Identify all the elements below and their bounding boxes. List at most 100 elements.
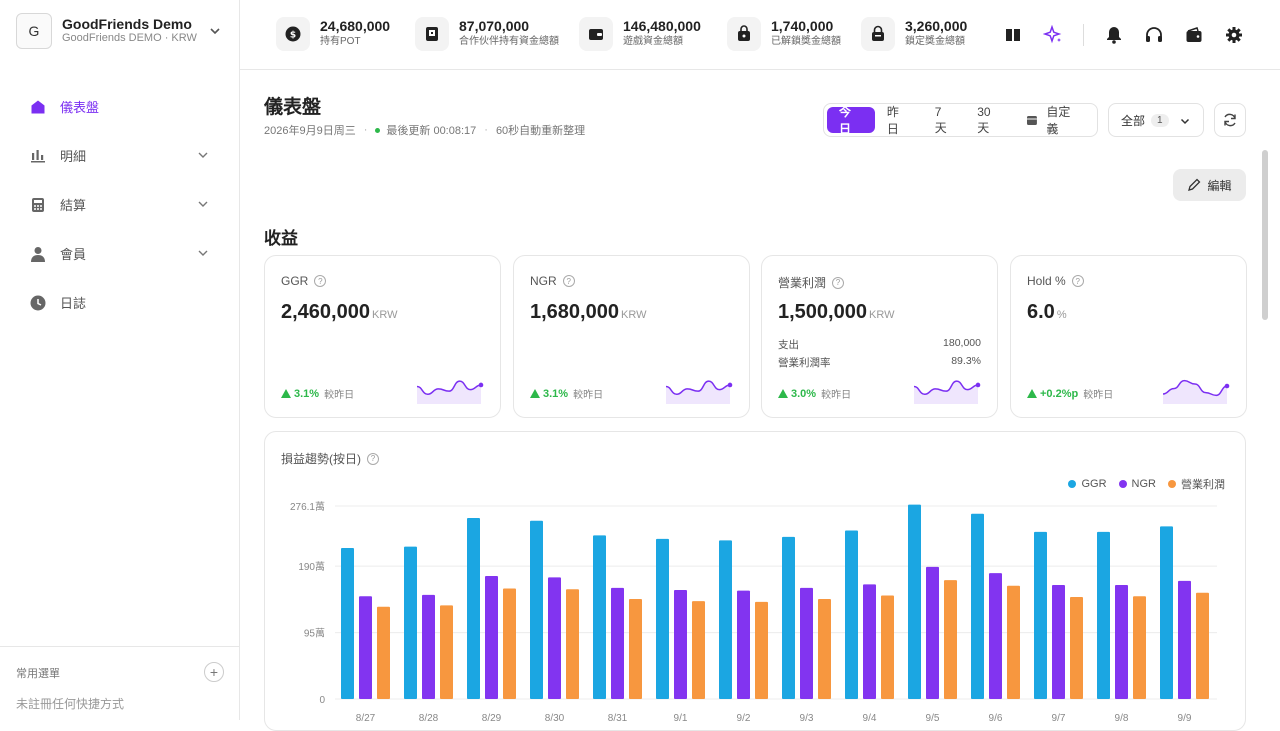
y-tick-label: 95萬 bbox=[304, 627, 325, 640]
bar-GGR bbox=[971, 513, 984, 699]
range-custom-button[interactable]: 自定義 bbox=[1014, 105, 1094, 136]
trend-up-icon bbox=[281, 389, 291, 398]
sidebar-item-label: 結算 bbox=[60, 198, 87, 213]
page-meta: 2026年9月9日周三 · 最後更新 00:08:17 · 60秒自動重新整理 bbox=[264, 124, 586, 137]
bar-營業利潤 bbox=[1007, 585, 1020, 699]
kpi-value: 1,500,000 bbox=[778, 301, 867, 323]
bar-chart-icon bbox=[30, 148, 46, 164]
game-wallet-icon bbox=[579, 17, 613, 51]
sidebar-item-dashboard[interactable]: 儀表盤 bbox=[0, 82, 240, 131]
kpi-compare: 較昨日 bbox=[1083, 390, 1114, 401]
trend-chart-card: 損益趨勢(按日)? GGR NGR 營業利潤 0 95萬 190萬 276.1萬 8/2… bbox=[264, 431, 1246, 731]
x-tick-label: 8/31 bbox=[608, 713, 628, 724]
gear-icon[interactable] bbox=[1224, 25, 1244, 45]
date-range-selector: 今日 昨日 7天 30天 自定義 bbox=[823, 103, 1098, 137]
kpi-sub-value: 89.3% bbox=[951, 355, 981, 367]
kpi-sub-label: 營業利潤率 bbox=[778, 357, 831, 369]
stat-partner-funds: 87,070,000 合作伙伴持有資金總額 bbox=[415, 17, 559, 51]
kpi-card-ggr[interactable]: GGR? 2,460,000 KRW 3.1% 較昨日 bbox=[264, 255, 501, 418]
bar-NGR bbox=[1178, 580, 1191, 699]
bar-營業利潤 bbox=[440, 605, 453, 699]
sparkline-endpoint bbox=[975, 382, 981, 388]
chevron-down-icon bbox=[198, 152, 208, 158]
help-icon[interactable]: ? bbox=[1071, 275, 1084, 287]
range-30d-button[interactable]: 30天 bbox=[965, 105, 1014, 135]
sparkline-endpoint bbox=[727, 382, 733, 388]
x-tick-label: 8/28 bbox=[419, 713, 439, 724]
bar-NGR bbox=[863, 584, 876, 699]
filter-count-badge: 1 bbox=[1151, 113, 1169, 127]
bar-NGR bbox=[989, 573, 1002, 699]
sidebar-item-label: 日誌 bbox=[60, 296, 87, 311]
stat-value: 3,260,000 bbox=[905, 18, 968, 34]
auto-refresh-text: 60秒自動重新整理 bbox=[495, 125, 586, 137]
bar-NGR bbox=[1115, 585, 1128, 699]
bar-營業利潤 bbox=[377, 606, 390, 699]
range-today-button[interactable]: 今日 bbox=[827, 105, 875, 136]
sidebar-item-settlement[interactable]: 結算 bbox=[0, 180, 240, 229]
kpi-delta: 3.0% bbox=[791, 387, 817, 400]
add-favorite-button[interactable]: + bbox=[204, 662, 224, 682]
scrollbar-thumb[interactable] bbox=[1262, 150, 1268, 320]
book-icon[interactable] bbox=[1003, 25, 1023, 45]
filter-dropdown[interactable]: 全部 1 bbox=[1108, 103, 1204, 137]
bell-icon[interactable] bbox=[1104, 25, 1124, 45]
kpi-card-hold[interactable]: Hold %? 6.0% +0.2%p 較昨日 bbox=[1010, 255, 1247, 418]
stat-label: 持有POT bbox=[320, 36, 361, 47]
sidebar-item-members[interactable]: 會員 bbox=[0, 229, 240, 278]
stat-value: 87,070,000 bbox=[459, 18, 530, 34]
stat-label: 鎖定獎金總額 bbox=[905, 36, 965, 47]
wallet-icon[interactable] bbox=[1184, 25, 1204, 45]
sidebar-item-label: 明細 bbox=[60, 149, 87, 164]
bar-GGR bbox=[530, 520, 543, 699]
y-tick-label: 0 bbox=[319, 695, 325, 706]
stat-pot: $ 24,680,000 持有POT bbox=[276, 17, 390, 51]
help-icon[interactable]: ? bbox=[562, 275, 575, 287]
kpi-card-operating-profit[interactable]: 營業利潤? 1,500,000 KRW 支出 180,000 營業利潤率 89.3% … bbox=[761, 255, 998, 418]
edit-button[interactable]: 編輯 bbox=[1173, 169, 1246, 201]
range-7d-button[interactable]: 7天 bbox=[923, 105, 966, 135]
bar-營業利潤 bbox=[881, 595, 894, 699]
sparkle-icon[interactable] bbox=[1043, 25, 1063, 45]
home-icon bbox=[30, 99, 46, 115]
kpi-value: 2,460,000 bbox=[281, 301, 370, 323]
sidebar-item-label: 會員 bbox=[60, 247, 87, 262]
sidebar-item-logs[interactable]: 日誌 bbox=[0, 278, 240, 327]
bar-GGR bbox=[908, 504, 921, 699]
chevron-down-icon bbox=[198, 201, 208, 207]
refresh-button[interactable] bbox=[1214, 103, 1246, 137]
unlocked-bag-icon bbox=[727, 17, 761, 51]
bar-GGR bbox=[782, 536, 795, 699]
bar-營業利潤 bbox=[818, 599, 831, 699]
filter-label: 全部 bbox=[1121, 113, 1146, 128]
kpi-card-ngr[interactable]: NGR? 1,680,000 KRW 3.1% 較昨日 bbox=[513, 255, 750, 418]
refresh-icon bbox=[1224, 113, 1236, 127]
x-tick-label: 9/9 bbox=[1178, 713, 1192, 724]
help-icon[interactable]: ? bbox=[832, 276, 845, 289]
y-tick-label: 190萬 bbox=[298, 560, 325, 573]
sparkline-area bbox=[914, 381, 978, 404]
clock-icon bbox=[30, 295, 46, 311]
org-name: GoodFriends Demo bbox=[62, 16, 192, 32]
kpi-value: 6.0 bbox=[1027, 301, 1055, 323]
trend-up-icon bbox=[530, 389, 540, 398]
org-subtitle: GoodFriends DEMO · KRW bbox=[62, 32, 197, 44]
help-icon[interactable]: ? bbox=[314, 275, 327, 287]
headset-icon[interactable] bbox=[1144, 25, 1164, 45]
x-tick-label: 8/30 bbox=[545, 713, 565, 724]
range-yesterday-button[interactable]: 昨日 bbox=[875, 105, 923, 136]
org-switcher[interactable]: G GoodFriends Demo GoodFriends DEMO · KR… bbox=[16, 12, 238, 50]
stat-label: 合作伙伴持有資金總額 bbox=[459, 36, 559, 47]
sparkline bbox=[416, 380, 484, 404]
main-content: 儀表盤 2026年9月9日周三 · 最後更新 00:08:17 · 60秒自動重… bbox=[240, 70, 1270, 731]
favorites-title: 常用選單 bbox=[16, 668, 60, 680]
kpi-unit: KRW bbox=[868, 309, 895, 321]
y-tick-label: 276.1萬 bbox=[290, 500, 325, 513]
stat-locked-bonus: 3,260,000 鎖定獎金總額 bbox=[861, 17, 967, 51]
last-updated: 最後更新 00:08:17 bbox=[386, 125, 477, 137]
sidebar-item-details[interactable]: 明細 bbox=[0, 131, 240, 180]
sparkline-area bbox=[417, 381, 481, 404]
bar-營業利潤 bbox=[629, 599, 642, 699]
section-title: 收益 bbox=[264, 229, 298, 248]
kpi-title: 營業利潤 bbox=[778, 276, 827, 290]
